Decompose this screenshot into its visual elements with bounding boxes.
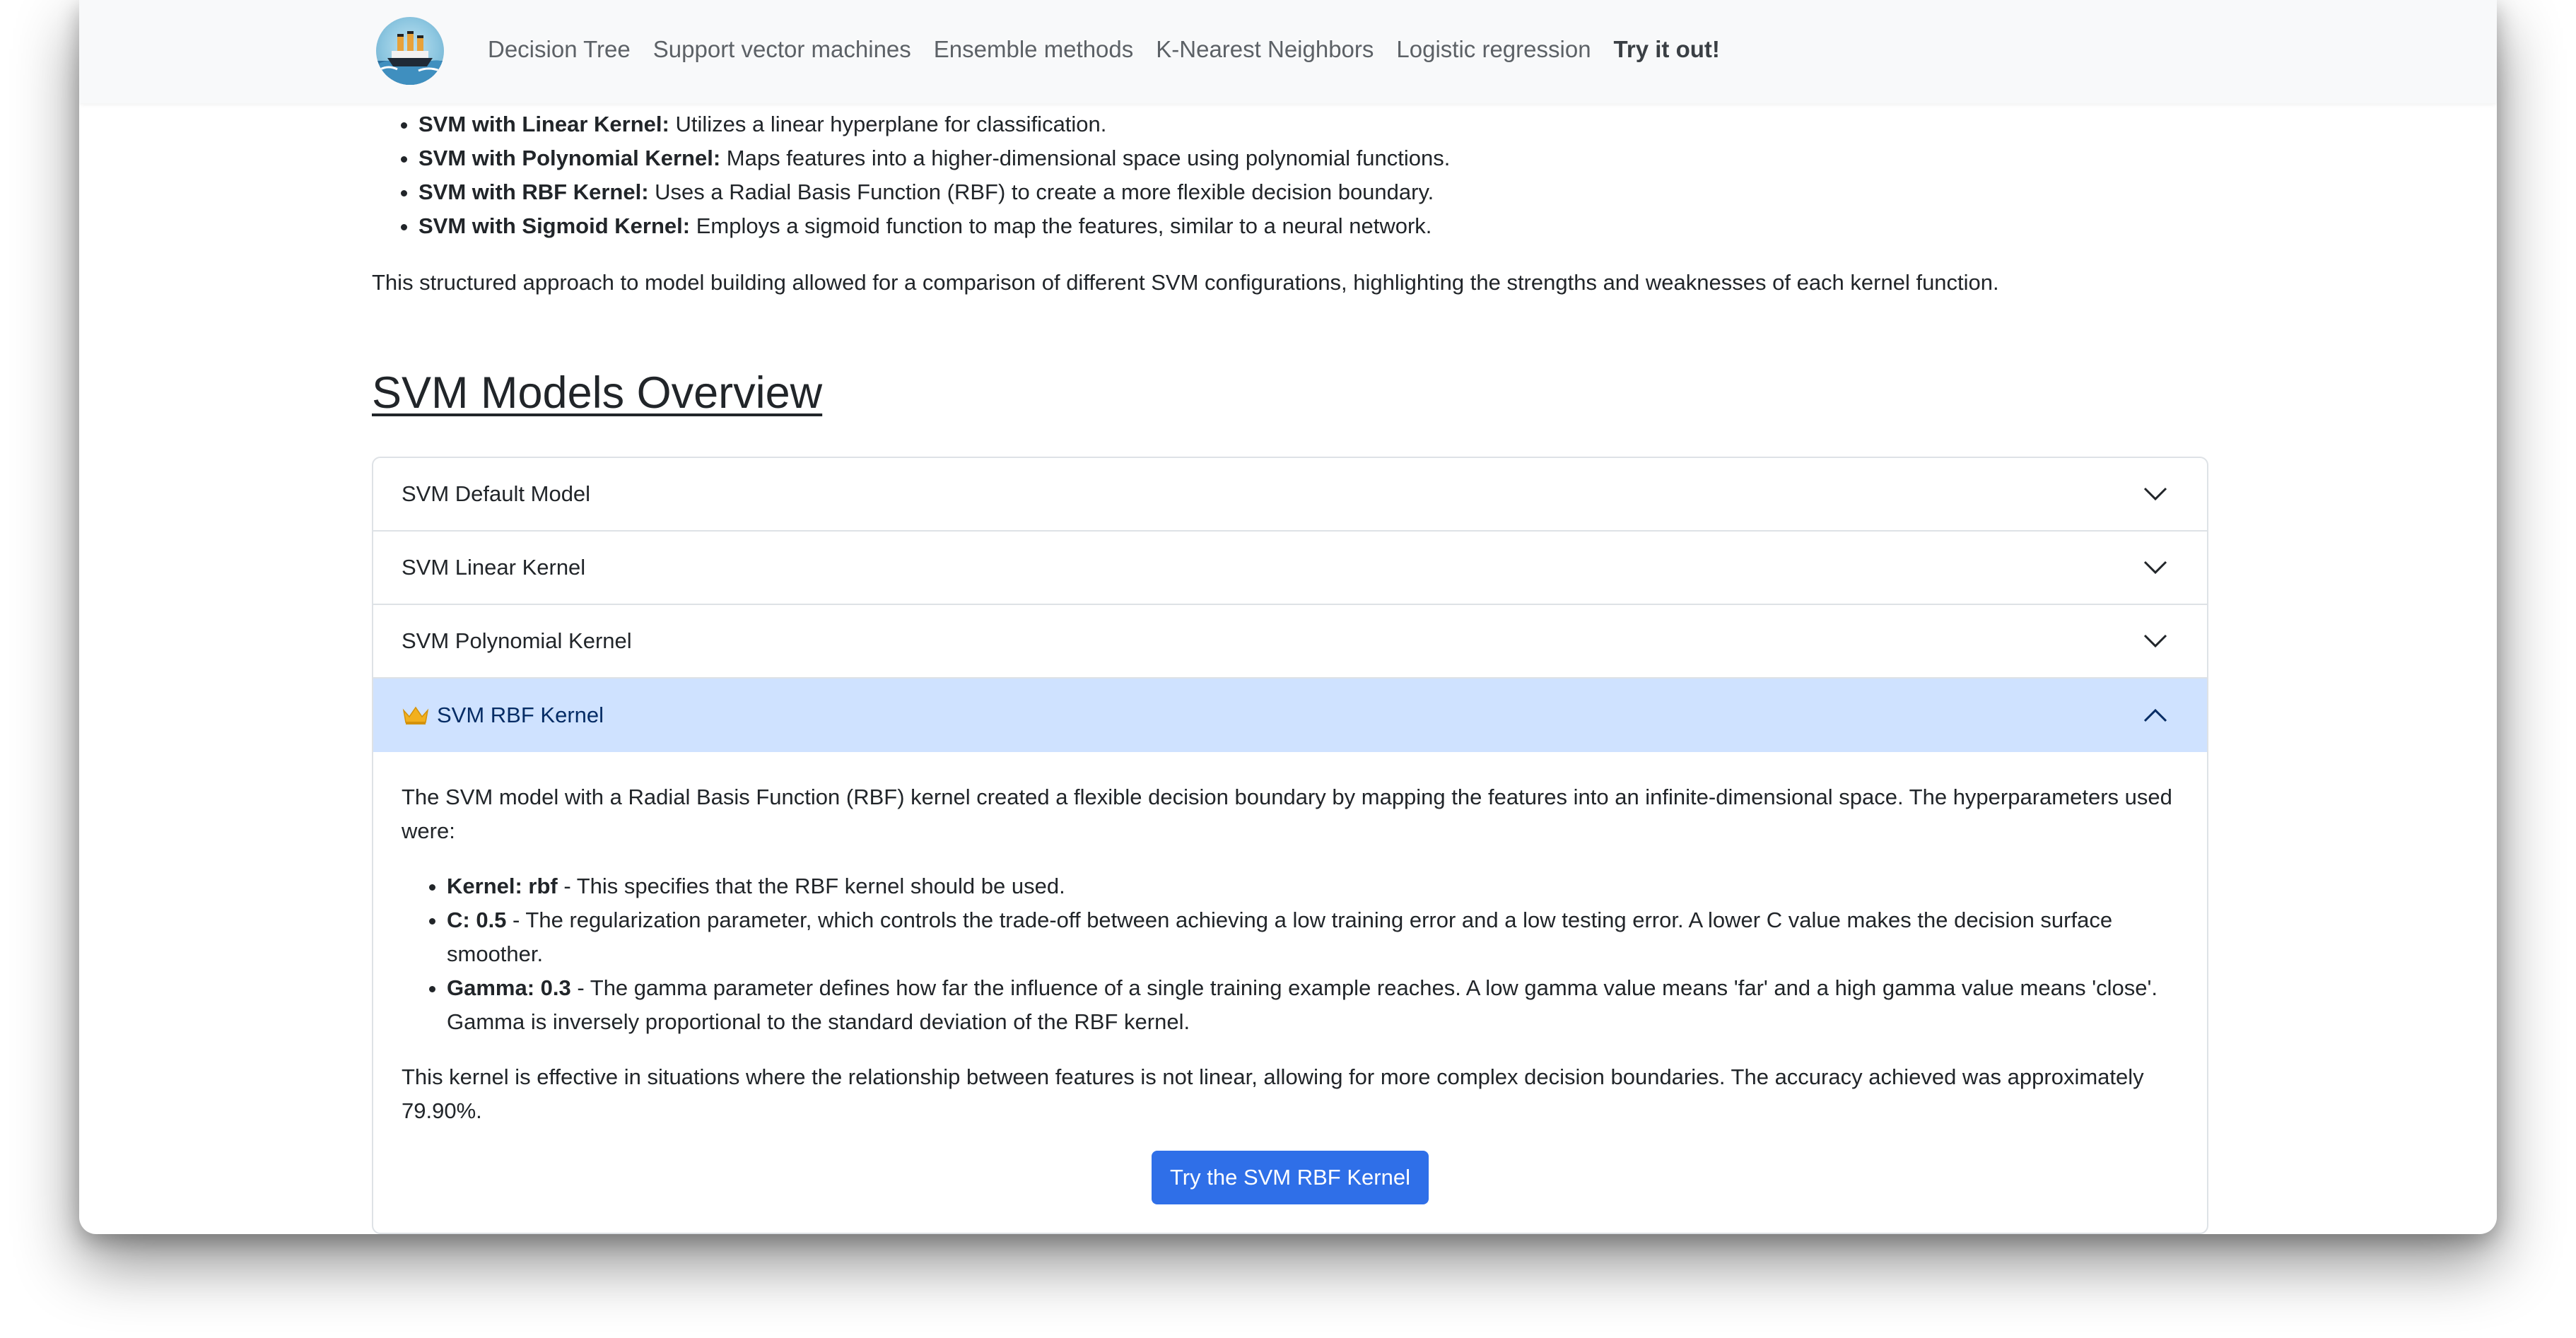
nav-links: Decision Tree Support vector machines En…: [488, 0, 1720, 99]
chevron-down-icon: [2143, 634, 2167, 648]
param-name: Kernel: rbf: [447, 874, 558, 898]
navbar: Decision Tree Support vector machines En…: [79, 0, 2497, 103]
chevron-down-icon: [2143, 561, 2167, 575]
list-item: SVM with Sigmoid Kernel: Employs a sigmo…: [418, 209, 2206, 243]
hyperparameter-list: Kernel: rbf - This specifies that the RB…: [402, 869, 2179, 1039]
list-item: SVM with Polynomial Kernel: Maps feature…: [418, 141, 2206, 175]
accordion-item-svm-linear-kernel[interactable]: SVM Linear Kernel: [373, 532, 2207, 605]
nav-link-ensemble-methods[interactable]: Ensemble methods: [934, 36, 1133, 63]
param-text: - The gamma parameter defines how far th…: [447, 975, 2158, 1034]
accordion-item-svm-polynomial-kernel[interactable]: SVM Polynomial Kernel: [373, 605, 2207, 679]
rbf-description: The SVM model with a Radial Basis Functi…: [402, 785, 2172, 843]
list-item: Kernel: rbf - This specifies that the RB…: [447, 869, 2179, 903]
main-content: SVM with Linear Kernel: Utilizes a linea…: [372, 103, 2208, 1234]
crown-icon: [402, 706, 429, 724]
chevron-down-icon: [2143, 487, 2167, 501]
nav-link-support-vector-machines[interactable]: Support vector machines: [653, 36, 911, 63]
list-item: SVM with Linear Kernel: Utilizes a linea…: [418, 107, 2206, 141]
intro-paragraph: This structured approach to model buildi…: [372, 270, 1999, 295]
ship-logo-icon[interactable]: [376, 17, 444, 85]
feature-text: Utilizes a linear hyperplane for classif…: [669, 112, 1107, 136]
accordion-item-label: SVM RBF Kernel: [437, 703, 604, 727]
feature-title: SVM with Polynomial Kernel:: [418, 146, 721, 170]
list-item: C: 0.5 - The regularization parameter, w…: [447, 903, 2179, 971]
list-item: SVM with RBF Kernel: Uses a Radial Basis…: [418, 175, 2206, 209]
accordion-item-svm-rbf-kernel[interactable]: SVM RBF Kernel: [373, 679, 2207, 752]
browser-window: Decision Tree Support vector machines En…: [79, 0, 2497, 1234]
rbf-summary: This kernel is effective in situations w…: [402, 1064, 2144, 1123]
list-item: Gamma: 0.3 - The gamma parameter defines…: [447, 971, 2179, 1039]
nav-link-k-nearest-neighbors[interactable]: K-Nearest Neighbors: [1156, 36, 1374, 63]
feature-text: Employs a sigmoid function to map the fe…: [690, 213, 1432, 238]
param-text: - The regularization parameter, which co…: [447, 908, 2113, 966]
param-name: C: 0.5: [447, 908, 507, 932]
nav-link-try-it-out[interactable]: Try it out!: [1614, 36, 1720, 63]
section-title: SVM Models Overview: [372, 368, 823, 418]
chevron-up-icon: [2143, 708, 2167, 722]
feature-title: SVM with RBF Kernel:: [418, 180, 649, 204]
nav-link-logistic-regression[interactable]: Logistic regression: [1396, 36, 1591, 63]
feature-title: SVM with Linear Kernel:: [418, 112, 669, 136]
svm-kernel-list: SVM with Linear Kernel: Utilizes a linea…: [372, 107, 2206, 243]
feature-text: Maps features into a higher-dimensional …: [720, 146, 1451, 170]
param-name: Gamma: 0.3: [447, 975, 571, 1000]
accordion-item-label: SVM Default Model: [402, 481, 591, 506]
feature-title: SVM with Sigmoid Kernel:: [418, 213, 691, 238]
try-svm-rbf-kernel-button[interactable]: Try the SVM RBF Kernel: [1152, 1151, 1429, 1204]
accordion-item-label: SVM Polynomial Kernel: [402, 628, 632, 653]
param-text: - This specifies that the RBF kernel sho…: [557, 874, 1065, 898]
accordion-item-label: SVM Linear Kernel: [402, 555, 586, 580]
nav-link-decision-tree[interactable]: Decision Tree: [488, 36, 631, 63]
feature-text: Uses a Radial Basis Function (RBF) to cr…: [648, 180, 1434, 204]
accordion-body-svm-rbf-kernel: The SVM model with a Radial Basis Functi…: [373, 752, 2207, 1233]
button-wrapper: Try the SVM RBF Kernel: [402, 1151, 2179, 1204]
svm-models-accordion: SVM Default Model SVM Linear Kernel SVM …: [372, 457, 2208, 1234]
accordion-item-svm-default-model[interactable]: SVM Default Model: [373, 458, 2207, 532]
